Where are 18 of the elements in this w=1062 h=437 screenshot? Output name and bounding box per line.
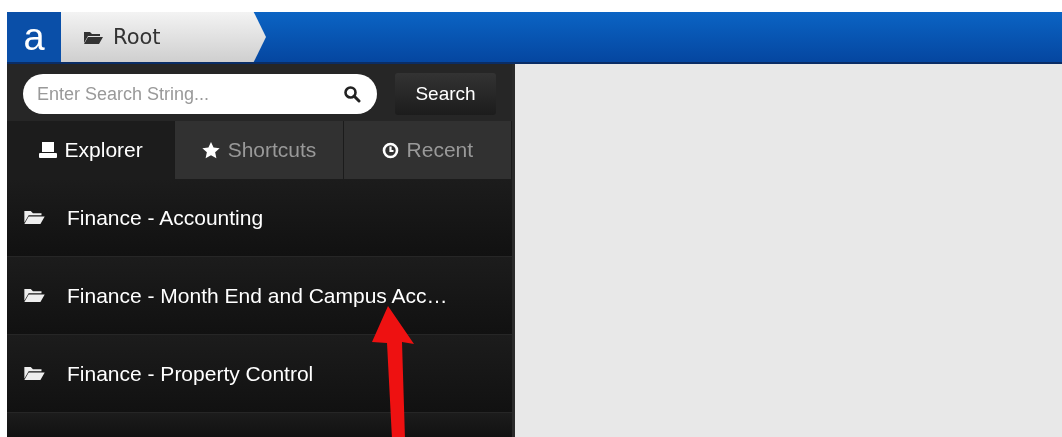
folder-icon xyxy=(23,288,45,303)
drive-icon xyxy=(38,142,57,158)
folder-list-item[interactable]: Finance - Accounting xyxy=(7,179,512,257)
folder-list-item[interactable]: Finance - Property Control xyxy=(7,335,512,413)
folder-icon xyxy=(83,30,103,44)
clock-icon xyxy=(381,141,399,159)
tab[interactable]: Shortcuts xyxy=(175,121,344,179)
tab[interactable]: Recent xyxy=(343,121,512,179)
star-icon xyxy=(201,141,220,159)
app-logo: a xyxy=(7,12,61,62)
search-button[interactable]: Search xyxy=(395,73,496,115)
search-icon xyxy=(343,85,361,103)
folder-list-item[interactable]: Finance - Month End and Campus Acc… xyxy=(7,257,512,335)
breadcrumb-tab[interactable]: Root xyxy=(61,12,266,62)
tab[interactable]: Explorer xyxy=(7,121,176,179)
folder-icon xyxy=(23,366,45,381)
folder-icon xyxy=(23,210,45,225)
search-field[interactable]: Enter Search String... xyxy=(23,74,377,114)
